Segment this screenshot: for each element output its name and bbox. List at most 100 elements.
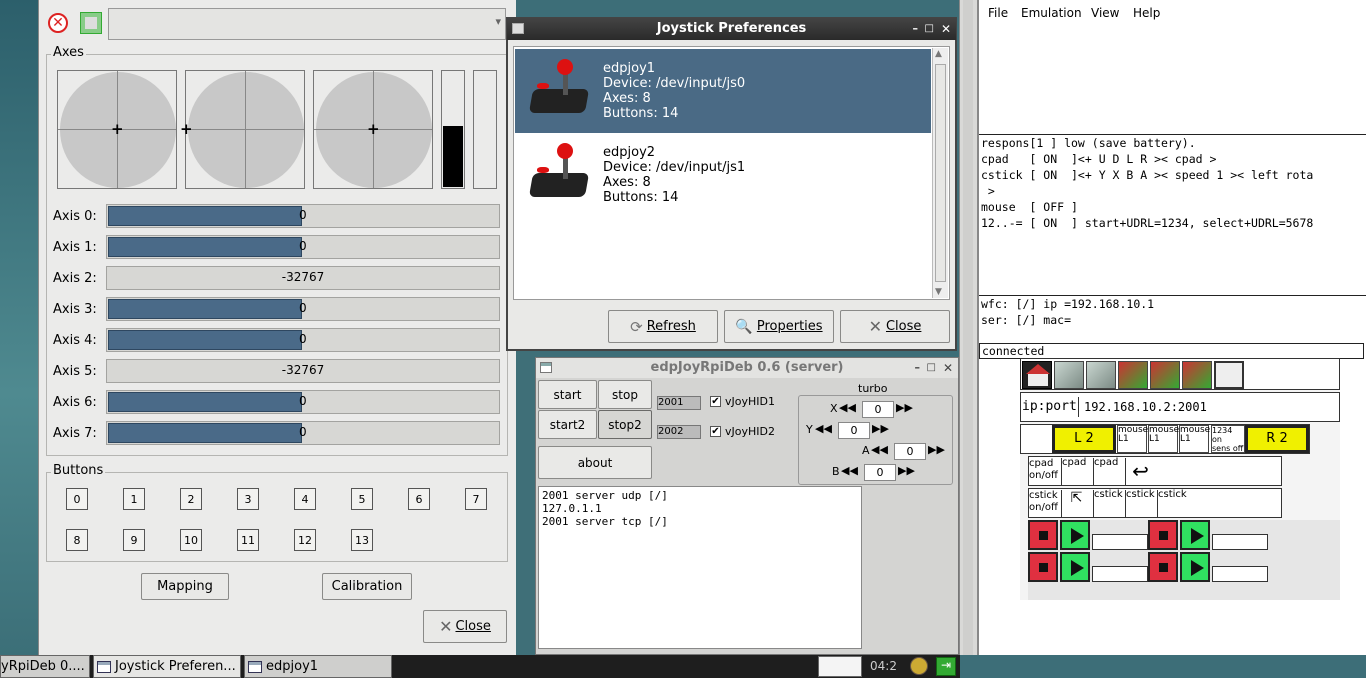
update-icon[interactable] <box>910 657 928 675</box>
macro-field[interactable] <box>1212 566 1268 582</box>
sens-toggle[interactable]: 1234 on sens off <box>1211 425 1245 453</box>
cstick-label: cstick <box>1158 489 1187 500</box>
axis-fill <box>108 299 302 319</box>
about-button[interactable]: about <box>538 446 652 479</box>
record-stop-icon[interactable] <box>1148 520 1178 550</box>
scroll-down-icon[interactable]: ▼ <box>935 287 942 297</box>
play-icon[interactable] <box>1180 520 1210 550</box>
logout-icon[interactable]: ⇥ <box>936 657 956 676</box>
decrease-icon[interactable]: ◀◀ <box>815 422 832 435</box>
record-stop-icon[interactable] <box>1028 552 1058 582</box>
terminal-line: 12..-= [ ON ] start+UDRL=1234, select+UD… <box>981 216 1314 230</box>
start2-button[interactable]: start2 <box>538 410 597 439</box>
taskbar-item-edpjoy1[interactable]: edpjoy1 <box>244 655 392 678</box>
axis-bar: 0 <box>106 235 500 259</box>
scroll-thumb[interactable] <box>935 64 946 282</box>
decrease-icon[interactable]: ◀◀ <box>841 464 858 477</box>
vjoyhid2-checkbox[interactable]: ✔ <box>710 426 721 437</box>
increase-icon[interactable]: ▶▶ <box>872 422 889 435</box>
card-icon[interactable] <box>1118 361 1148 389</box>
increase-icon[interactable]: ▶▶ <box>896 401 913 414</box>
cpad-dpad[interactable]: cpad <box>1061 458 1091 486</box>
vertical-scrollbar[interactable] <box>963 0 973 655</box>
play-icon[interactable] <box>1180 552 1210 582</box>
stop2-button[interactable]: stop2 <box>598 410 652 439</box>
record-stop-icon[interactable] <box>1148 552 1178 582</box>
cstick-arrows-icon[interactable]: ⇱ <box>1061 490 1091 518</box>
wfc-line: wfc: [/] ip =192.168.10.1 <box>981 297 1155 311</box>
prefs-close-button[interactable]: ✕ Close <box>840 310 950 343</box>
refresh-button[interactable]: ⟳ Refresh <box>608 310 718 343</box>
play-icon[interactable] <box>1060 520 1090 550</box>
taskbar-item-preferences[interactable]: Joystick Preferen... <box>93 655 241 678</box>
device-combo[interactable]: ▾ <box>108 8 506 40</box>
turbo-label: turbo <box>858 382 888 395</box>
port2-field[interactable]: 2002 <box>657 425 701 439</box>
close-window-icon[interactable]: ✕ <box>943 358 953 378</box>
menu-file[interactable]: File <box>988 6 1008 20</box>
scroll-up-icon[interactable]: ▲ <box>935 49 942 59</box>
turbo-value[interactable]: 0 <box>894 443 926 460</box>
menu-view[interactable]: View <box>1091 6 1119 20</box>
mouse-l1-3[interactable]: mouse L1 <box>1179 425 1210 453</box>
device-buttons: Buttons: 14 <box>603 106 679 121</box>
mouse-l1-2[interactable]: mouse L1 <box>1148 425 1179 453</box>
device-item[interactable]: edpjoy2 Device: /dev/input/js1 Axes: 8 B… <box>515 133 931 217</box>
r2-button[interactable]: R 2 <box>1245 425 1309 453</box>
cstick-btn-3[interactable]: cstick <box>1093 490 1123 518</box>
cstick-onoff[interactable]: cstick on/off <box>1029 490 1059 518</box>
macro-field[interactable] <box>1092 566 1148 582</box>
axis-fill <box>108 423 302 443</box>
minimize-icon[interactable]: – <box>913 18 919 40</box>
ipport-input[interactable]: 192.168.10.2:2001 <box>1078 397 1228 417</box>
card-icon[interactable] <box>1182 361 1212 389</box>
clock: 04:2 <box>870 659 897 673</box>
mapping-button[interactable]: Mapping <box>141 573 229 600</box>
keyboard-icon[interactable] <box>1214 361 1244 389</box>
macro-field[interactable] <box>1212 534 1268 550</box>
close-window-icon[interactable]: ✕ <box>941 18 951 40</box>
left-close-button[interactable]: ✕ Close <box>423 610 507 643</box>
macro-field[interactable] <box>1092 534 1148 550</box>
turbo-value[interactable]: 0 <box>862 401 894 418</box>
cstick-btn-2[interactable]: cstick <box>1125 490 1155 518</box>
turbo-value[interactable]: 0 <box>838 422 870 439</box>
decrease-icon[interactable]: ◀◀ <box>839 401 856 414</box>
minimize-icon[interactable]: – <box>915 358 921 378</box>
prefs-close-label: Close <box>885 319 922 334</box>
gamepad-icon[interactable] <box>1054 361 1084 389</box>
mouse-l1-1[interactable]: mouse L1 <box>1117 425 1148 453</box>
cpad-onoff[interactable]: cpad on/off <box>1029 458 1059 486</box>
menu-help[interactable]: Help <box>1133 6 1160 20</box>
device-item-selected[interactable]: edpjoy1 Device: /dev/input/js0 Axes: 8 B… <box>515 49 931 133</box>
rotate-icon[interactable]: ↩ <box>1125 458 1155 486</box>
properties-button[interactable]: 🔍 Properties <box>724 310 834 343</box>
record-stop-icon[interactable] <box>1028 520 1058 550</box>
maximize-icon[interactable]: □ <box>925 18 934 40</box>
save-toolbar-icon[interactable] <box>80 12 102 34</box>
play-icon[interactable] <box>1060 552 1090 582</box>
increase-icon[interactable]: ▶▶ <box>898 464 915 477</box>
decrease-icon[interactable]: ◀◀ <box>871 443 888 456</box>
stop-button[interactable]: stop <box>598 380 652 409</box>
calibration-button[interactable]: Calibration <box>322 573 412 600</box>
increase-icon[interactable]: ▶▶ <box>928 443 945 456</box>
card-icon[interactable] <box>1150 361 1180 389</box>
turbo-value[interactable]: 0 <box>864 464 896 481</box>
menu-emulation[interactable]: Emulation <box>1021 6 1082 20</box>
vjoyhid1-checkbox[interactable]: ✔ <box>710 396 721 407</box>
home-icon[interactable] <box>1022 361 1052 389</box>
taskbar-item-server[interactable]: yRpiDeb 0.... <box>0 655 90 678</box>
l2-button[interactable]: L 2 <box>1052 425 1116 453</box>
close-toolbar-icon[interactable]: ✕ <box>48 13 68 33</box>
gamepad-icon[interactable] <box>1086 361 1116 389</box>
log-line: 2001 server tcp [/] <box>542 515 668 528</box>
cstick-btn-1[interactable]: cstick <box>1157 490 1187 518</box>
joystick-button-indicator: 8 <box>66 529 88 551</box>
port1-field[interactable]: 2001 <box>657 396 701 410</box>
start-button[interactable]: start <box>538 380 597 409</box>
maximize-icon[interactable]: □ <box>927 358 936 378</box>
cpad-stick[interactable]: cpad <box>1093 458 1123 486</box>
list-scrollbar[interactable]: ▲ ▼ <box>932 48 948 298</box>
mouse-sub: L1 <box>1118 434 1129 444</box>
